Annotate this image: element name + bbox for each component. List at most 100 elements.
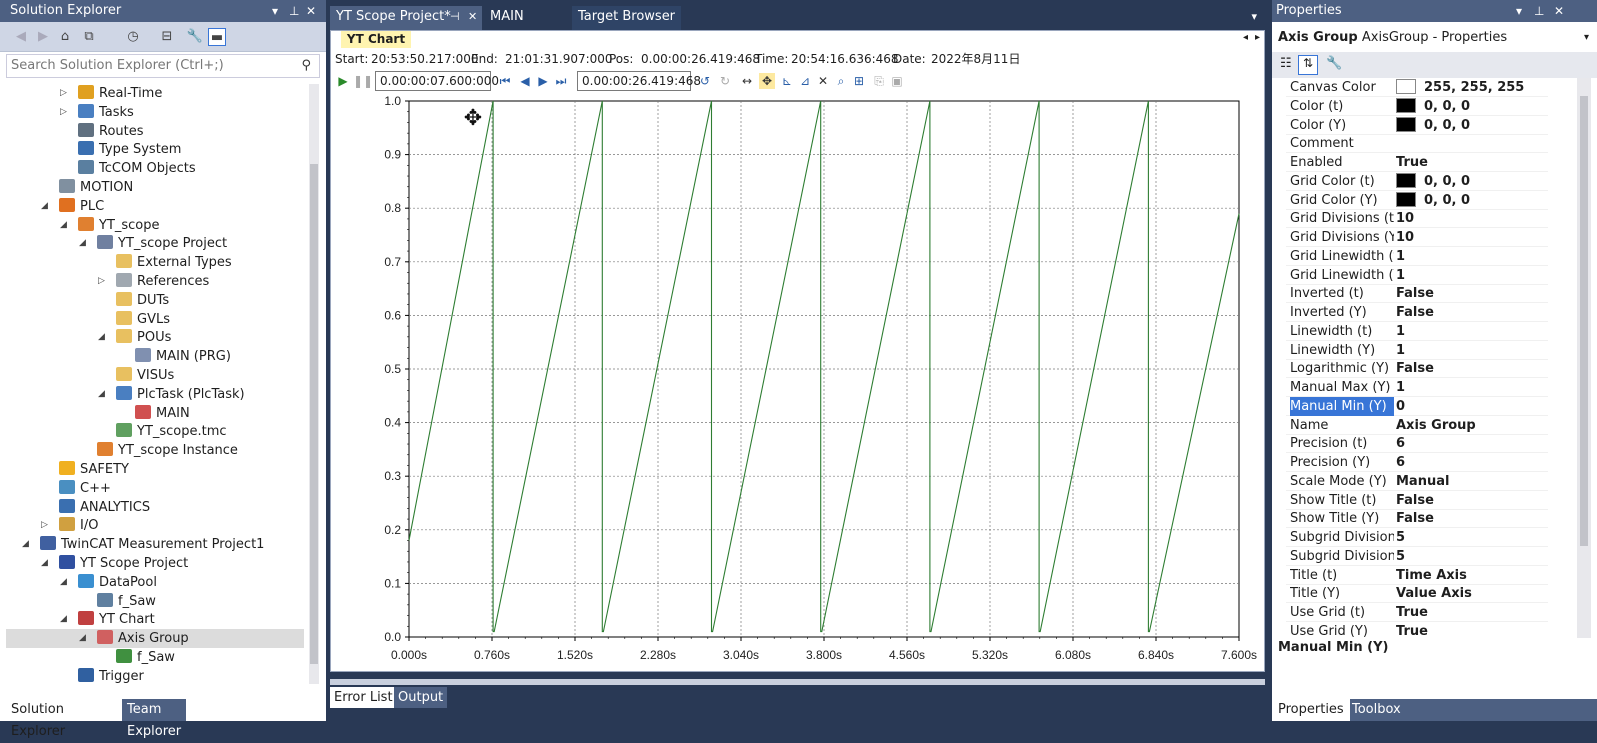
alphabetical-icon[interactable]: ⇅ [1298,55,1318,75]
go-start-icon[interactable]: ⏮ [497,73,513,89]
tree-item[interactable]: f_Saw [116,648,175,667]
property-row[interactable]: Scale Mode (Y) Manual [1286,472,1548,491]
property-row[interactable]: Grid Color (t) 0, 0, 0 [1286,172,1548,191]
properties-wrench-icon[interactable]: 🔧 [186,28,204,46]
history-icon[interactable]: ◷ [124,28,142,46]
yt-chart[interactable]: 0.000s 0.760s 1.520s 2.280s 3.040s 3.800s 4.56… [331,95,1264,671]
chart-prev-icon[interactable]: ◂ [1243,32,1248,43]
screenshot-icon[interactable]: ▣ [889,73,905,89]
expanded-arrow-icon[interactable]: ◢ [41,197,53,216]
tab-toolbox[interactable]: Toolbox [1348,699,1405,721]
tab-error-list[interactable]: Error List [330,687,397,708]
pause-icon[interactable]: ❚❚ [353,73,373,89]
tree-item[interactable]: ◢ YT Scope Project [41,554,188,573]
property-value[interactable]: 0 [1396,397,1548,416]
tab-yt-scope-project[interactable]: YT Scope Project* ⊣ ✕ [330,6,482,33]
property-pages-icon[interactable]: 🔧 [1326,56,1342,71]
tree-scrollbar[interactable] [309,84,319,684]
tree-item[interactable]: TcCOM Objects [78,159,196,178]
tab-output[interactable]: Output [394,687,448,708]
expanded-arrow-icon[interactable]: ◢ [41,554,53,573]
time-span-input[interactable]: 0.00:00:07.600:000 [375,71,499,91]
zoom-y-icon[interactable]: ⊿ [797,73,813,89]
property-value[interactable]: Axis Group [1396,416,1548,435]
property-row[interactable]: Grid Linewidth (t) 1 [1286,247,1548,266]
property-row[interactable]: Use Grid (Y) True [1286,622,1548,638]
properties-object-selector[interactable]: Axis Group AxisGroup - Properties [1278,30,1507,45]
property-value[interactable]: Time Axis [1396,566,1548,585]
tree-item[interactable]: ◢ YT Chart [60,610,155,629]
tree-item[interactable]: DUTs [116,291,169,310]
tab-main[interactable]: MAIN [484,6,530,33]
tree-item[interactable]: Type System [78,140,181,159]
property-row[interactable]: Color (t) 0, 0, 0 [1286,97,1548,116]
tree-item[interactable]: YT_scope.tmc [116,422,227,441]
pin-icon[interactable]: ⊣ [450,6,460,28]
property-row[interactable]: Enabled True [1286,153,1548,172]
forward-icon[interactable]: ▶ [34,28,52,46]
go-end-icon[interactable]: ⏭ [553,73,569,89]
property-value[interactable]: 0, 0, 0 [1396,172,1548,191]
property-row[interactable]: Logarithmic (Y) False [1286,359,1548,379]
expanded-arrow-icon[interactable]: ◢ [60,216,72,235]
preview-icon[interactable]: ▬ [208,28,226,46]
undo-icon[interactable]: ↺ [697,73,713,89]
property-row[interactable]: Subgrid Divisions 5 [1286,528,1548,547]
property-value[interactable]: False [1396,359,1548,378]
tree-item[interactable]: Routes [78,122,144,141]
tree-item[interactable]: ◢ DataPool [60,573,157,592]
tree-item[interactable]: ◢ Axis Group [6,629,304,649]
expanded-arrow-icon[interactable]: ◢ [60,573,72,592]
collapsed-arrow-icon[interactable]: ▷ [60,103,72,122]
step-forward-icon[interactable]: ▶ [535,73,551,89]
property-value[interactable]: False [1396,284,1548,303]
property-row[interactable]: Precision (Y) 6 [1286,453,1548,472]
expanded-arrow-icon[interactable]: ◢ [79,629,91,648]
step-back-icon[interactable]: ◀ [517,73,533,89]
tree-item[interactable]: ▷ Tasks [60,103,134,122]
pin-icon[interactable]: ⊥ [1534,0,1544,22]
property-value[interactable]: 255, 255, 255 [1396,78,1548,97]
property-value[interactable]: True [1396,153,1548,172]
property-row[interactable]: Use Grid (t) True [1286,603,1548,622]
tree-item[interactable]: C++ [59,479,111,498]
property-value[interactable]: 10 [1396,209,1548,228]
sync-icon[interactable]: ⧉ [80,28,98,46]
property-value[interactable]: True [1396,622,1548,638]
property-value[interactable]: 1 [1396,341,1548,360]
close-icon[interactable]: ✕ [468,6,477,28]
property-value[interactable] [1396,134,1548,153]
property-row[interactable]: Name Axis Group [1286,416,1548,435]
property-row[interactable]: Inverted (Y) False [1286,303,1548,322]
zoom-axis-icon[interactable]: ⊾ [779,73,795,89]
property-value[interactable]: 0, 0, 0 [1396,97,1548,116]
property-row[interactable]: Subgrid Divisions 5 [1286,547,1548,566]
expanded-arrow-icon[interactable]: ◢ [79,234,91,253]
property-row[interactable]: Comment [1286,134,1548,154]
dropdown-icon[interactable]: ▾ [272,0,278,22]
tab-team-explorer[interactable]: Team Explorer [122,699,187,739]
tab-overflow-icon[interactable]: ▾ [1251,10,1257,23]
property-value[interactable]: 1 [1396,378,1548,397]
categorized-icon[interactable]: ☷ [1280,56,1292,71]
property-row[interactable]: Grid Color (Y) 0, 0, 0 [1286,191,1548,210]
property-row[interactable]: Title (Y) Value Axis [1286,584,1548,604]
tree-item[interactable]: ◢ PlcTask (PlcTask) [98,385,245,404]
property-value[interactable]: False [1396,303,1548,322]
clear-zoom-icon[interactable]: ✕ [815,73,831,89]
property-row[interactable]: Manual Max (Y) 1 [1286,378,1548,397]
expanded-arrow-icon[interactable]: ◢ [98,328,110,347]
expanded-arrow-icon[interactable]: ◢ [22,535,34,554]
back-icon[interactable]: ◀ [12,28,30,46]
property-scrollbar-thumb[interactable] [1580,96,1588,546]
property-row[interactable]: Manual Min (Y) 0 [1286,396,1548,416]
property-value[interactable]: 1 [1396,266,1548,285]
property-row[interactable]: Show Title (t) False [1286,491,1548,510]
property-value[interactable]: False [1396,491,1548,510]
collapsed-arrow-icon[interactable]: ▷ [41,516,53,535]
tree-item[interactable]: ANALYTICS [59,498,150,517]
dropdown-icon[interactable]: ▾ [1516,0,1522,22]
solution-search-input[interactable]: Search Solution Explorer (Ctrl+;) ⚲ [6,54,320,78]
collapsed-arrow-icon[interactable]: ▷ [60,84,72,103]
tree-item[interactable]: MAIN [135,404,190,423]
